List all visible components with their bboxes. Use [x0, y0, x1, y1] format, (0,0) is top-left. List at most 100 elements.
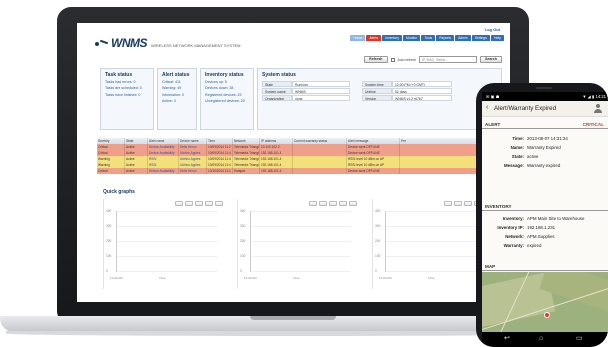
- product-showcase: WNMS WIRELESS NETWORK MANAGEMENT SYSTEM …: [0, 0, 608, 347]
- graph-range-button[interactable]: [444, 201, 452, 206]
- inventory-field-key: Inventory IP:: [497, 225, 524, 230]
- nav-tab[interactable]: Settings: [471, 35, 491, 41]
- nav-tab[interactable]: Help: [491, 35, 504, 41]
- graph-range-button[interactable]: [464, 201, 472, 206]
- recents-icon[interactable]: ▭: [576, 335, 583, 343]
- alert-status-line[interactable]: Information: 0: [162, 93, 192, 97]
- table-row[interactable]: Critical Active Device Availability Dells H…: [97, 168, 510, 174]
- phone-status-bar: ✉ ▣ ☗ ▼ ◢ ▮ 14:21: [482, 92, 608, 101]
- system-status-panel: System status State Running System time 12:…: [257, 68, 502, 130]
- table-cell[interactable]: Dells Heron: [179, 168, 207, 174]
- home-icon[interactable]: ⌂: [539, 335, 543, 343]
- map-pin-icon[interactable]: [544, 312, 550, 318]
- inventory-status-panel: Inventory status Devices up: 5 Devices d…: [200, 68, 254, 130]
- y-tick-label: 200: [375, 239, 381, 243]
- nav-tab[interactable]: Admin: [455, 35, 471, 41]
- alert-field-key: State:: [511, 154, 524, 159]
- alert-field-key: Message:: [503, 163, 524, 168]
- status-panels: Task status Tasks had errors: 0 Tasks ar…: [100, 68, 502, 130]
- table-cell[interactable]: Device Availability: [148, 168, 179, 174]
- search-button[interactable]: Search: [480, 56, 502, 63]
- alerts-grid: Severity State Alert name Device name Time Ne…: [97, 138, 510, 174]
- alert-field-key: Name:: [510, 145, 524, 150]
- search-input[interactable]: IP, MAC, Serial...: [419, 56, 477, 63]
- y-tick-label: 0: [240, 269, 242, 273]
- back-icon[interactable]: ↩: [504, 335, 510, 343]
- system-status-value: WNMS v1.2 r6767: [392, 95, 452, 101]
- map-view[interactable]: [482, 272, 608, 332]
- y-tick-label: 300: [375, 224, 381, 228]
- alert-status-line[interactable]: Warning: 49: [162, 86, 192, 90]
- alert-status-line[interactable]: Critical: 411: [162, 80, 192, 84]
- inventory-status-line[interactable]: Registered devices: 23: [205, 93, 249, 97]
- back-arrow-icon[interactable]: ‹: [486, 104, 488, 111]
- inventory-field-row: Inventory: APM Main Site to Warehouse: [482, 216, 608, 222]
- system-status-key: Uptime: [362, 88, 392, 94]
- graph-range-button[interactable]: [185, 201, 193, 206]
- y-tick-label: 100: [106, 254, 112, 258]
- signal-icon: [95, 40, 109, 47]
- gridline: [117, 226, 217, 227]
- alert-field-row: Message: Warranty expired: [482, 163, 608, 169]
- inventory-field-row: Inventory IP: 192.168.1.231: [482, 225, 608, 231]
- gridline: [117, 256, 217, 257]
- nav-tab[interactable]: Alerts: [366, 35, 382, 41]
- inventory-section-label: INVENTORY: [485, 204, 512, 209]
- inventory-status-line[interactable]: Devices down: 38: [205, 86, 249, 90]
- table-cell: [293, 168, 347, 174]
- gridline: [386, 271, 486, 272]
- table-cell: 10/10/2014 11:1: [207, 168, 233, 174]
- system-status-key: System name: [262, 88, 292, 94]
- inventory-field-key: Inventory:: [502, 216, 524, 221]
- system-status-key: Version: [362, 95, 392, 101]
- alert-field-row: Name: Warranty Expired: [482, 145, 608, 151]
- system-status-key: State: [262, 81, 292, 87]
- graph-range-button[interactable]: [349, 201, 357, 206]
- graph-range-button[interactable]: [329, 201, 337, 206]
- task-status-line[interactable]: Tasks have finished: 0: [105, 93, 149, 97]
- task-status-line[interactable]: Tasks had errors: 0: [105, 80, 149, 84]
- graph-range-button[interactable]: [175, 201, 183, 206]
- graph-range-button[interactable]: [309, 201, 317, 206]
- system-status-key: System time: [362, 81, 392, 87]
- table-cell: Active: [125, 168, 148, 174]
- graph-range-button[interactable]: [339, 201, 347, 206]
- nav-tab[interactable]: Reports: [436, 35, 455, 41]
- nav-tab[interactable]: Inventory: [382, 35, 403, 41]
- inventory-field-key: Network:: [505, 234, 524, 239]
- nav-tab[interactable]: Tools: [421, 35, 436, 41]
- graph-range-button[interactable]: [215, 201, 223, 206]
- x-axis-label: Time: [293, 276, 300, 280]
- x-axis-label: Time: [159, 276, 166, 280]
- system-status-title: System status: [262, 72, 296, 78]
- user-icon[interactable]: [594, 104, 602, 114]
- gridline: [386, 226, 486, 227]
- inventory-section-header: INVENTORY: [482, 202, 608, 211]
- system-status-value: none: [292, 95, 350, 101]
- alert-status-line[interactable]: Active: 4: [162, 99, 192, 103]
- graph-range-button[interactable]: [195, 201, 203, 206]
- y-tick-label: 300: [106, 224, 112, 228]
- x-tick-label: 12:00 AM: [379, 276, 392, 280]
- logout-link[interactable]: Log Out: [485, 27, 500, 32]
- graph-range-button[interactable]: [454, 201, 462, 206]
- gridline: [251, 241, 351, 242]
- alert-field-value: active: [527, 154, 539, 159]
- x-tick-label: 12:00 AM: [244, 276, 257, 280]
- table-cell: 192.168.101.4: [260, 168, 293, 174]
- graph-range-button[interactable]: [205, 201, 213, 206]
- inventory-status-line[interactable]: Devices up: 5: [205, 80, 249, 84]
- severity-badge: CRITICAL: [582, 122, 604, 127]
- system-status-value: Running: [292, 81, 350, 87]
- refresh-button[interactable]: Refresh: [364, 56, 388, 63]
- graph-range-button[interactable]: [319, 201, 327, 206]
- logo[interactable]: WNMS WIRELESS NETWORK MANAGEMENT SYSTEM: [95, 36, 241, 50]
- task-status-line[interactable]: Tasks are scheduled: 0: [105, 86, 149, 90]
- gridline: [251, 226, 351, 227]
- nav-tab[interactable]: Monitor: [403, 35, 421, 41]
- inventory-status-line[interactable]: Unregistered devices: 20: [205, 99, 249, 103]
- y-tick-label: 400: [106, 209, 112, 213]
- nav-tab[interactable]: Home: [350, 35, 366, 41]
- auto-refresh-checkbox[interactable]: [390, 57, 395, 62]
- status-time: 14:21: [595, 94, 606, 99]
